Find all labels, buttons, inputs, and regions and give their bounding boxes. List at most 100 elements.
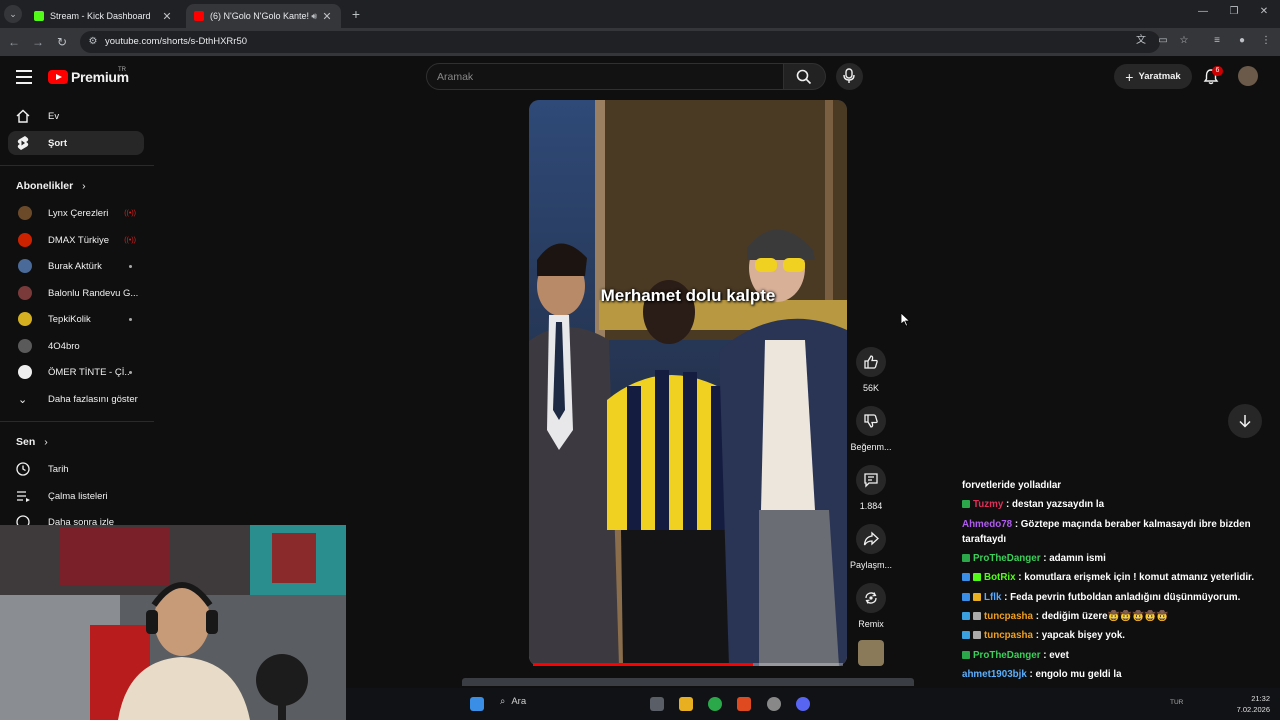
dislike-button[interactable]: Beğenm... [848, 406, 894, 452]
sidebar-item-playlists[interactable]: Çalma listeleri [8, 484, 144, 508]
address-bar: ← → ↻ ⚙ youtube.com/shorts/s-DthHXRr50 [0, 28, 1280, 56]
chat-badge-icon [962, 650, 970, 659]
search-placeholder: Aramak [437, 71, 474, 83]
chat-username[interactable]: ProTheDanger [973, 650, 1041, 661]
history-icon [14, 460, 32, 478]
youtube-favicon-icon [194, 11, 204, 21]
chat-username[interactable]: tuncpasha [984, 611, 1033, 622]
sidebar-item-history[interactable]: Tarih [8, 457, 144, 481]
chat-message: Ahmedo78 : Göztepe maçında beraber kalma… [962, 515, 1272, 549]
sidebar-subscription[interactable]: Burak Aktürk [8, 254, 144, 278]
show-more-button[interactable]: ⌄ Daha fazlasını göster [8, 387, 144, 411]
discord-icon[interactable] [796, 697, 810, 711]
clock-time: 21:32 [1251, 694, 1270, 703]
sidebar-divider [0, 165, 154, 166]
sidebar-subscription[interactable]: Balonlu Randevu G... [8, 281, 144, 305]
like-count: 56K [862, 383, 879, 393]
taskbar-search[interactable]: ⌕ Ara [500, 696, 526, 707]
chat-username[interactable]: Ahmedo78 [962, 519, 1012, 530]
chat-username[interactable]: Lflk [984, 592, 1001, 603]
search-button[interactable] [784, 63, 826, 90]
comments-circle [856, 465, 886, 495]
forward-icon[interactable]: → [30, 34, 46, 50]
cast-icon[interactable]: ▭ [1156, 34, 1170, 48]
video-progress-bar[interactable] [533, 663, 843, 666]
url-text: youtube.com/shorts/s-DthHXRr50 [105, 36, 248, 47]
task-view-icon[interactable] [650, 697, 664, 711]
browser-profile-icon[interactable]: ● [1235, 34, 1249, 48]
chat-text: : komutlara erişmek için ! komut atmanız… [1015, 572, 1255, 584]
youtube-logo[interactable]: Premium [48, 69, 129, 85]
chat-text: : destan yazsaydın la [1003, 499, 1105, 511]
hamburger-menu-icon[interactable] [16, 70, 32, 84]
sidebar-subscription[interactable]: DMAX Türkiye ((•)) [8, 228, 144, 252]
search-input[interactable]: Aramak [426, 63, 784, 90]
voice-search-button[interactable] [836, 63, 863, 90]
sidebar-subscription[interactable]: TepkiKolik [8, 307, 144, 331]
share-icon [863, 531, 879, 546]
back-icon[interactable]: ← [6, 34, 22, 50]
chat-username[interactable]: Tuzmy [973, 499, 1003, 510]
speaker-icon[interactable]: 🔊︎ [311, 11, 317, 22]
comments-button[interactable]: 1.884 [848, 465, 894, 511]
app-icon[interactable] [767, 697, 781, 711]
like-button[interactable]: 56K [848, 347, 894, 393]
new-content-dot [129, 370, 132, 374]
chat-message: BotRix : komutlara erişmek için ! komut … [962, 568, 1272, 587]
media-control-icon[interactable]: ≡ [1210, 34, 1224, 48]
next-video-button[interactable] [1228, 404, 1262, 438]
sidebar-subscription[interactable]: ÖMER TİNTE - Çİ... [8, 360, 144, 384]
translate-icon[interactable]: 文 [1134, 34, 1148, 48]
sidebar-subscription[interactable]: Lynx Çerezleri ((•)) [8, 201, 144, 225]
search-icon: ⌕ [500, 696, 506, 707]
logo-country-code: TR [118, 67, 126, 73]
chat-username[interactable]: ProTheDanger [973, 553, 1041, 564]
shorts-video-player[interactable]: Merhamet dolu kalpte [529, 100, 847, 666]
tab-search-icon[interactable]: ⌄ [4, 5, 22, 23]
subscriptions-header[interactable]: Abonelikler › [16, 180, 86, 192]
site-info-icon[interactable]: ⚙ [86, 35, 100, 49]
window-close-icon[interactable]: ✕ [1254, 6, 1274, 17]
remix-button[interactable]: Remix [848, 583, 894, 629]
remix-icon [865, 592, 877, 604]
chrome-icon[interactable] [708, 697, 722, 711]
close-tab-icon[interactable]: ✕ [321, 10, 333, 23]
input-language[interactable]: TUR [1170, 699, 1183, 706]
mouse-cursor-icon [901, 313, 911, 327]
audio-source-thumbnail[interactable] [858, 640, 884, 666]
browser-menu-icon[interactable]: ⋮ [1259, 34, 1273, 48]
chat-badge-icon [962, 500, 970, 509]
chat-badge-icon [962, 612, 970, 621]
chat-username[interactable]: tuncpasha [984, 630, 1033, 641]
you-header-label: Sen [16, 436, 36, 448]
chat-username[interactable]: BotRix [984, 572, 1016, 583]
chat-username[interactable]: ahmet1903bjk [962, 669, 1027, 680]
chat-text: : evet [1040, 649, 1069, 661]
avatar[interactable] [1238, 66, 1258, 86]
sidebar-subscription[interactable]: 4O4bro [8, 334, 144, 358]
brave-icon[interactable] [737, 697, 751, 711]
sidebar-item-label: Tarih [48, 463, 69, 475]
sidebar-item-home[interactable]: Ev [8, 104, 144, 128]
tab-youtube-short[interactable]: (6) N'Golo N'Golo Kante! 😂 🔊︎ ✕ [186, 4, 341, 28]
share-button[interactable]: Paylaşm... [848, 524, 894, 570]
file-explorer-icon[interactable] [679, 697, 693, 711]
new-tab-icon[interactable]: + [347, 5, 365, 23]
you-header[interactable]: Sen › [16, 436, 48, 448]
chat-message: ProTheDanger : evet [962, 646, 1272, 665]
bookmark-star-icon[interactable]: ☆ [1177, 34, 1191, 48]
sidebar-item-shorts[interactable]: Şort [8, 131, 144, 155]
create-button[interactable]: + Yaratmak [1114, 64, 1192, 89]
windows-start-icon[interactable] [470, 697, 484, 711]
close-tab-icon[interactable]: ✕ [161, 10, 173, 23]
reload-icon[interactable]: ↻ [54, 34, 70, 50]
minimize-icon[interactable]: — [1193, 6, 1213, 17]
sidebar-item-label: Şort [48, 137, 67, 149]
omnibox[interactable]: ⚙ youtube.com/shorts/s-DthHXRr50 [80, 31, 1160, 53]
system-clock[interactable]: 21:32 7.02.2026 [1230, 693, 1270, 715]
chat-message: Tuzmy : destan yazsaydın la [962, 495, 1272, 514]
tab-kick-dashboard[interactable]: Stream - Kick Dashboard ✕ [26, 4, 181, 28]
chat-badge-icon [962, 573, 970, 582]
restore-icon[interactable]: ❐ [1224, 6, 1244, 17]
channel-name: TepkiKolik [48, 313, 91, 325]
